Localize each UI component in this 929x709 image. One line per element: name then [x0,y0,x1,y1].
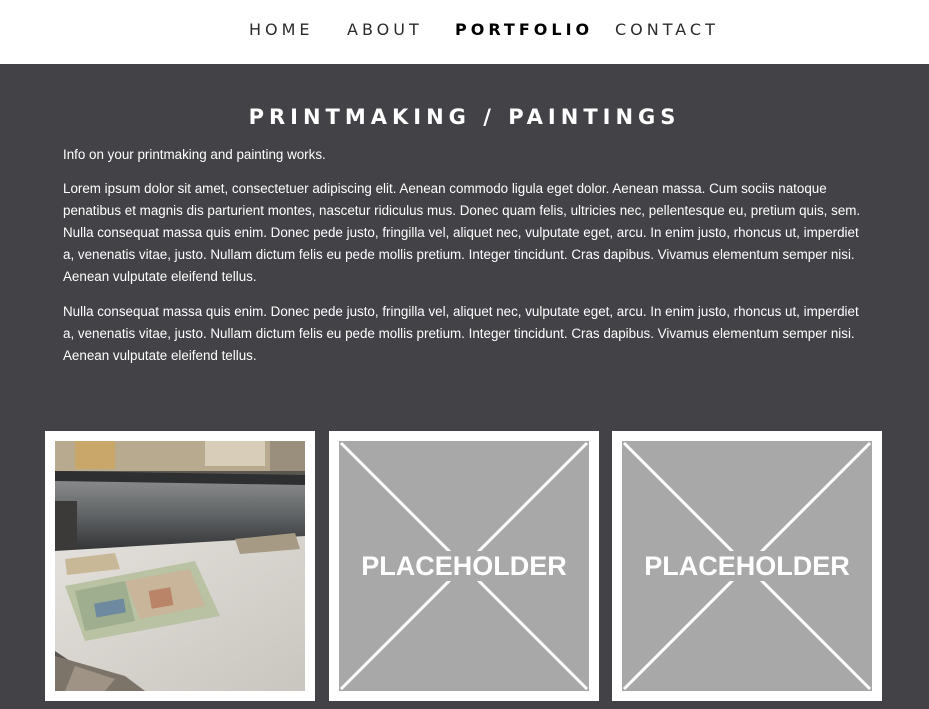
printing-press-photo [55,441,305,691]
gallery-card-printing-press[interactable] [45,431,315,701]
placeholder-image: PLACEHOLDER [339,441,589,691]
top-navigation: HOME ABOUT PORTFOLIO CONTACT [0,0,929,64]
nav-contact-link[interactable]: CONTACT [615,20,719,40]
section-title: PRINTMAKING / PAINTINGS [248,105,681,129]
nav-portfolio-link[interactable]: PORTFOLIO [455,20,593,40]
nav-about-link[interactable]: ABOUT [347,20,423,40]
placeholder-image: PLACEHOLDER [622,441,872,691]
placeholder-label: PLACEHOLDER [339,551,589,581]
gallery-card-placeholder[interactable]: PLACEHOLDER [329,431,599,701]
placeholder-label: PLACEHOLDER [622,551,872,581]
main-content: PRINTMAKING / PAINTINGS Info on your pri… [0,64,929,709]
body-paragraph: Nulla consequat massa quis enim. Donec p… [63,304,859,363]
body-paragraph: Lorem ipsum dolor sit amet, consectetuer… [63,181,861,284]
gallery-card-placeholder[interactable]: PLACEHOLDER [612,431,882,701]
intro-text: Info on your printmaking and painting wo… [63,147,326,162]
nav-home-link[interactable]: HOME [249,20,314,40]
